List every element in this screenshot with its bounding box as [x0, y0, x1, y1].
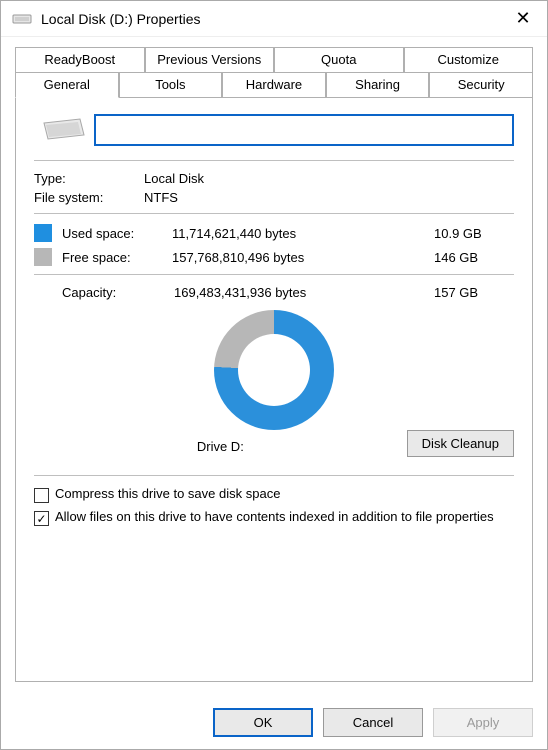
- free-swatch-icon: [34, 248, 52, 266]
- capacity-gb: 157 GB: [434, 285, 514, 300]
- free-space-gb: 146 GB: [434, 250, 514, 265]
- divider: [34, 274, 514, 275]
- divider: [34, 213, 514, 214]
- compress-label: Compress this drive to save disk space: [55, 486, 280, 501]
- drive-large-icon: [34, 115, 94, 145]
- usage-pie-chart: [214, 310, 334, 430]
- titlebar: Local Disk (D:) Properties ✕: [1, 1, 547, 37]
- capacity-bytes: 169,483,431,936 bytes: [174, 285, 434, 300]
- index-checkbox[interactable]: ✓: [34, 511, 49, 526]
- close-icon: ✕: [515, 8, 530, 29]
- tab-general[interactable]: General: [15, 73, 119, 98]
- compress-checkbox[interactable]: [34, 488, 49, 503]
- drive-caption: Drive D:: [34, 439, 407, 454]
- window-title: Local Disk (D:) Properties: [41, 11, 503, 27]
- divider: [34, 475, 514, 476]
- filesystem-label: File system:: [34, 190, 144, 205]
- tab-tools[interactable]: Tools: [119, 73, 223, 98]
- used-space-label: Used space:: [62, 226, 172, 241]
- close-button[interactable]: ✕: [503, 5, 543, 33]
- type-value: Local Disk: [144, 171, 514, 186]
- drive-icon: [11, 8, 33, 30]
- tab-quota[interactable]: Quota: [274, 47, 404, 73]
- index-label: Allow files on this drive to have conten…: [55, 509, 494, 524]
- action-bar: OK Cancel Apply: [1, 696, 547, 749]
- free-space-label: Free space:: [62, 250, 172, 265]
- used-space-bytes: 11,714,621,440 bytes: [172, 226, 434, 241]
- tab-readyboost[interactable]: ReadyBoost: [15, 47, 145, 73]
- capacity-label: Capacity:: [34, 285, 174, 300]
- volume-label-input[interactable]: [94, 114, 514, 146]
- ok-button[interactable]: OK: [213, 708, 313, 737]
- divider: [34, 160, 514, 161]
- general-panel: Type: Local Disk File system: NTFS Used …: [15, 98, 533, 682]
- tab-previous-versions[interactable]: Previous Versions: [145, 47, 275, 73]
- used-swatch-icon: [34, 224, 52, 242]
- properties-dialog: Local Disk (D:) Properties ✕ ReadyBoost …: [0, 0, 548, 750]
- cancel-button[interactable]: Cancel: [323, 708, 423, 737]
- tab-customize[interactable]: Customize: [404, 47, 534, 73]
- tab-strip: ReadyBoost Previous Versions Quota Custo…: [15, 47, 533, 98]
- filesystem-value: NTFS: [144, 190, 514, 205]
- tab-hardware[interactable]: Hardware: [222, 73, 326, 98]
- type-label: Type:: [34, 171, 144, 186]
- used-space-gb: 10.9 GB: [434, 226, 514, 241]
- content-area: ReadyBoost Previous Versions Quota Custo…: [1, 37, 547, 696]
- disk-cleanup-button[interactable]: Disk Cleanup: [407, 430, 514, 457]
- tab-security[interactable]: Security: [429, 73, 533, 98]
- apply-button[interactable]: Apply: [433, 708, 533, 737]
- tab-sharing[interactable]: Sharing: [326, 73, 430, 98]
- free-space-bytes: 157,768,810,496 bytes: [172, 250, 434, 265]
